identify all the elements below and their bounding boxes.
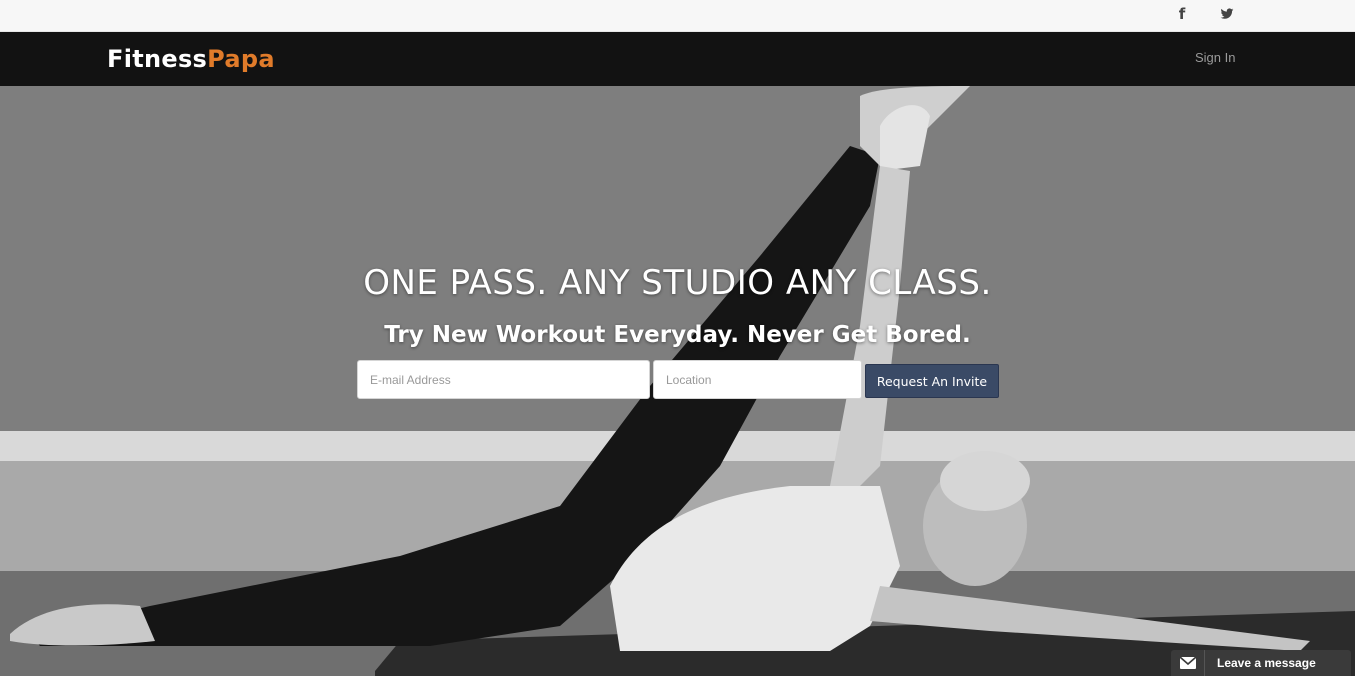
brand-text-papa: Papa [207,45,275,73]
leave-message-label: Leave a message [1217,656,1316,670]
top-utility-bar: f [0,0,1355,32]
twitter-icon[interactable] [1216,5,1238,23]
sign-in-link[interactable]: Sign In [1195,50,1235,65]
hero-subheadline: Try New Workout Everyday. Never Get Bore… [384,322,971,348]
envelope-icon [1171,650,1205,676]
facebook-icon[interactable]: f [1171,5,1193,23]
brand-logo[interactable]: FitnessPapa [107,45,275,73]
email-input[interactable] [357,360,650,399]
location-input[interactable] [653,360,862,399]
hero-section: ONE PASS. ANY STUDIO ANY CLASS. Try New … [0,86,1355,676]
hero-headline: ONE PASS. ANY STUDIO ANY CLASS. [363,263,992,303]
main-navbar: FitnessPapa Sign In [0,32,1355,86]
leave-message-widget[interactable]: Leave a message [1171,650,1351,676]
brand-text-fitness: Fitness [107,45,208,73]
request-invite-button[interactable]: Request An Invite [865,364,999,398]
